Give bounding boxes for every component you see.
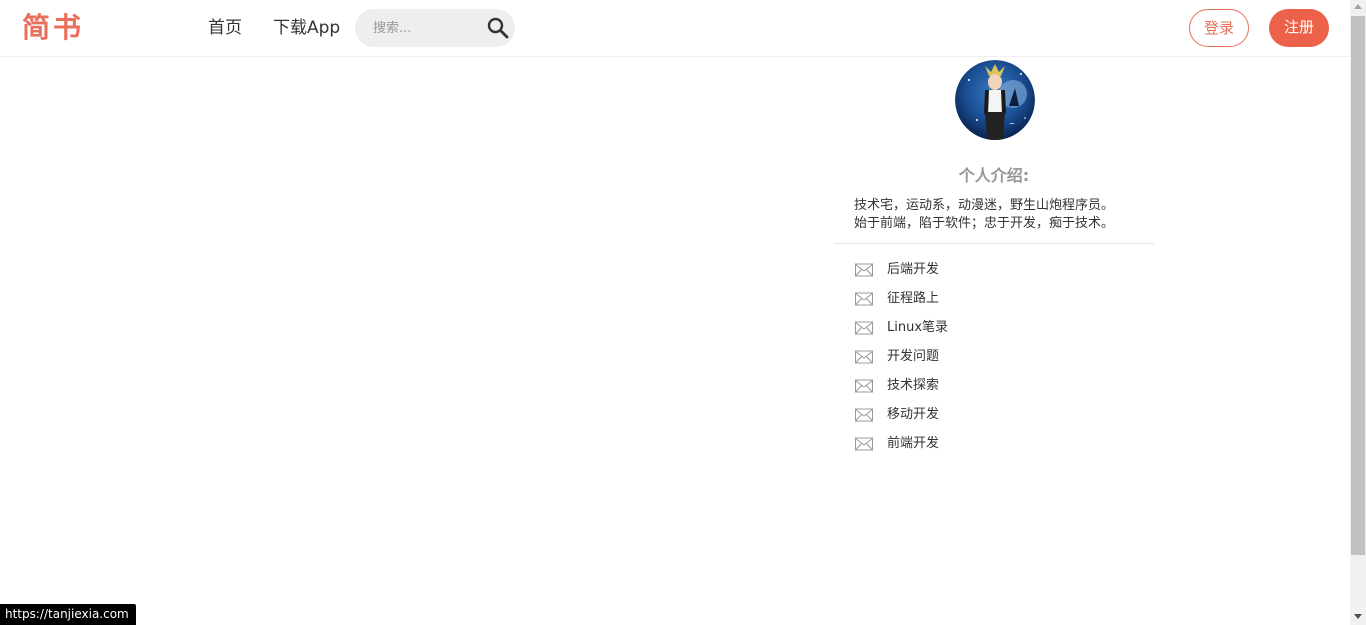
avatar-image: ~ <box>955 60 1035 140</box>
intro-text-line: 技术宅，运动系，动漫迷，野生山炮程序员。 <box>854 198 1115 213</box>
category-item[interactable]: 技术探索 <box>855 374 1115 403</box>
status-bar-url: https://tanjiexia.com <box>0 604 136 625</box>
category-item[interactable]: 开发问题 <box>855 345 1115 374</box>
vertical-scrollbar[interactable] <box>1350 0 1366 625</box>
category-item[interactable]: 后端开发 <box>855 258 1115 287</box>
category-label[interactable]: 前端开发 <box>887 434 939 454</box>
category-label[interactable]: 技术探索 <box>887 376 939 396</box>
envelope-icon <box>855 350 873 364</box>
search-icon[interactable] <box>486 16 510 40</box>
search-box <box>355 9 515 47</box>
envelope-icon <box>855 263 873 277</box>
site-logo[interactable]: 简书 <box>22 9 84 47</box>
category-label[interactable]: 开发问题 <box>887 347 939 367</box>
login-button[interactable]: 登录 <box>1189 9 1249 47</box>
envelope-icon <box>855 437 873 451</box>
scroll-up-arrow-icon[interactable] <box>1354 4 1362 9</box>
envelope-icon <box>855 292 873 306</box>
category-label[interactable]: Linux笔录 <box>887 318 948 338</box>
category-item[interactable]: 移动开发 <box>855 403 1115 432</box>
page: 简书 首页 下载App 登录 注册 <box>0 0 1366 625</box>
top-navbar: 简书 首页 下载App 登录 注册 <box>0 0 1350 57</box>
search-input[interactable] <box>373 9 483 47</box>
category-item[interactable]: Linux笔录 <box>855 316 1115 345</box>
category-label[interactable]: 征程路上 <box>887 289 939 309</box>
avatar[interactable]: ~ <box>955 60 1035 140</box>
category-label[interactable]: 移动开发 <box>887 405 939 425</box>
category-item[interactable]: 前端开发 <box>855 432 1115 461</box>
scrollbar-thumb[interactable] <box>1351 16 1365 555</box>
svg-text:~: ~ <box>1009 120 1015 128</box>
nav-download-app-link[interactable]: 下载App <box>273 17 340 39</box>
envelope-icon <box>855 321 873 335</box>
category-list: 后端开发 征程路上 Linux笔录 开发问题 技术探索 移动开发 前端开发 <box>855 258 1115 461</box>
intro-text-line: 始于前端，陷于软件；忠于开发，痴于技术。 <box>854 216 1115 231</box>
scroll-down-arrow-icon[interactable] <box>1354 614 1362 619</box>
category-label[interactable]: 后端开发 <box>887 260 939 280</box>
envelope-icon <box>855 408 873 422</box>
register-button[interactable]: 注册 <box>1269 9 1329 47</box>
divider <box>834 243 1154 244</box>
envelope-icon <box>855 379 873 393</box>
category-item[interactable]: 征程路上 <box>855 287 1115 316</box>
intro-title: 个人介绍: <box>958 166 1030 185</box>
nav-home-link[interactable]: 首页 <box>208 17 242 39</box>
